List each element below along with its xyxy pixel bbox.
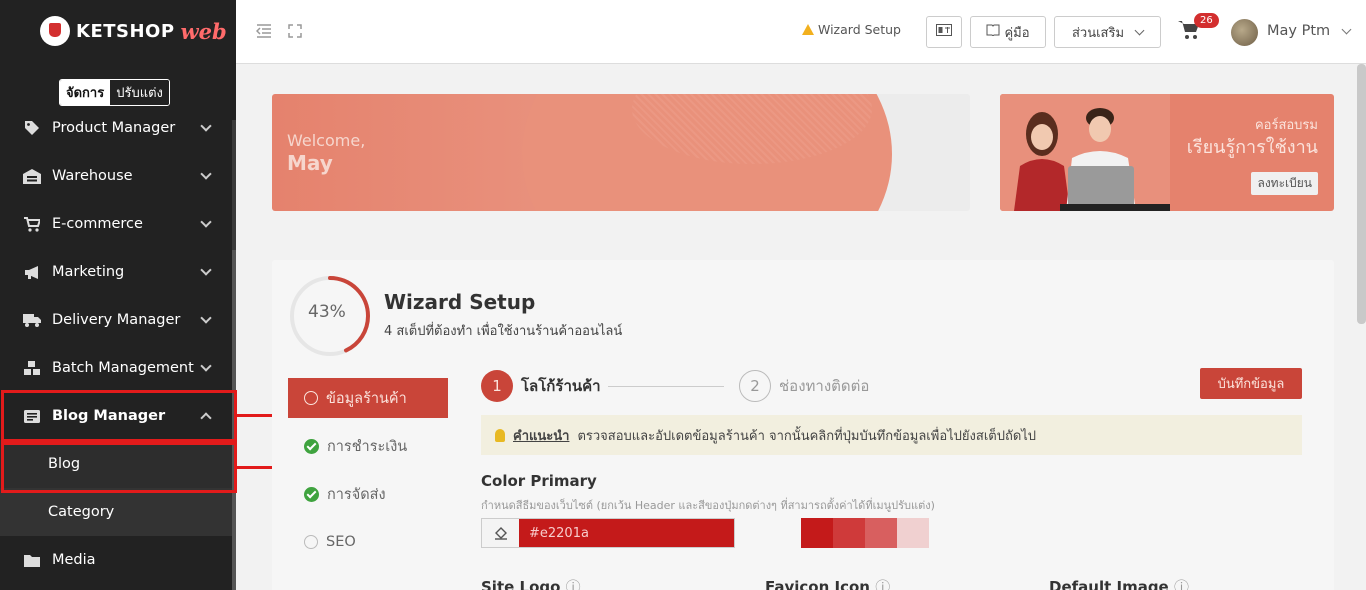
- save-button[interactable]: บันทึกข้อมูล: [1200, 368, 1302, 399]
- top-header: Wizard Setup คู่มือ ส่วนเสริม 26 May Ptm: [236, 0, 1366, 64]
- megaphone-icon: [22, 264, 42, 280]
- avatar[interactable]: [1231, 19, 1258, 46]
- sidebar-item-product-manager[interactable]: Product Manager: [0, 104, 232, 152]
- warning-icon: [802, 24, 814, 35]
- step-shipping[interactable]: การจัดส่ง: [288, 474, 448, 514]
- fullscreen-icon[interactable]: [288, 24, 302, 42]
- tag-icon: [22, 120, 42, 136]
- wizard-title: Wizard Setup: [384, 290, 536, 314]
- guide-button[interactable]: คู่มือ: [970, 16, 1046, 48]
- logo-icon: [40, 16, 70, 46]
- welcome-name: May: [287, 151, 333, 175]
- step-seo[interactable]: SEO: [288, 522, 448, 562]
- wizard-subtitle: 4 สเต็ปที่ต้องทำ เพื่อใช้งานร้านค้าออนไล…: [384, 324, 623, 339]
- brand-name: KETSHOP: [76, 20, 175, 42]
- sidebar-item-marketing[interactable]: Marketing: [0, 248, 232, 296]
- cart-icon: [22, 216, 42, 232]
- chevron-down-icon: [200, 360, 212, 372]
- color-swatches: [801, 518, 929, 548]
- chevron-down-icon: [200, 120, 212, 132]
- folder-icon: [22, 552, 42, 568]
- people-illustration: [1000, 94, 1170, 211]
- chevron-down-icon: [200, 264, 212, 276]
- default-image-label: Default Image ⓘ: [1049, 578, 1189, 590]
- sidebar-item-batch-management[interactable]: Batch Management: [0, 344, 232, 392]
- addons-dropdown[interactable]: ส่วนเสริม: [1054, 16, 1161, 48]
- sidebar-item-media[interactable]: Media: [0, 536, 232, 584]
- chevron-up-icon: [200, 412, 212, 424]
- chevron-down-icon: [200, 312, 212, 324]
- step-store-info[interactable]: ข้อมูลร้านค้า: [288, 378, 448, 418]
- chevron-down-icon[interactable]: [1341, 24, 1352, 35]
- sidebar-item-delivery-manager[interactable]: Delivery Manager: [0, 296, 232, 344]
- sidebar-subitem-category[interactable]: Category: [0, 488, 232, 536]
- translate-icon: [936, 24, 952, 40]
- sidebar-item-blog-manager[interactable]: Blog Manager: [0, 392, 232, 440]
- color-value[interactable]: #e2201a: [519, 519, 734, 547]
- sub-step-logo[interactable]: 1 โลโก้ร้านค้า: [481, 370, 601, 402]
- wizard-setup-card: 43% Wizard Setup 4 สเต็ปที่ต้องทำ เพื่อใ…: [272, 260, 1334, 590]
- wizard-setup-link[interactable]: Wizard Setup: [802, 22, 901, 37]
- favicon-label: Favicon Icon ⓘ: [765, 578, 891, 590]
- chevron-down-icon: [1134, 25, 1145, 36]
- truck-icon: [22, 312, 42, 328]
- page-scrollbar[interactable]: [1357, 64, 1366, 324]
- color-primary-description: กำหนดสีธีมของเว็บไซต์ (ยกเว้น Header และ…: [481, 499, 935, 512]
- book-icon: [986, 24, 1000, 40]
- check-circle-icon: [304, 486, 319, 502]
- welcome-greeting: Welcome,: [287, 131, 366, 150]
- step-number: 2: [739, 370, 771, 402]
- user-menu[interactable]: May Ptm: [1267, 23, 1330, 39]
- sidebar-item-ecommerce[interactable]: E-commerce: [0, 200, 232, 248]
- course-line2: เรียนรู้การใช้งาน: [1186, 137, 1318, 158]
- site-logo-label: Site Logo ⓘ: [481, 578, 581, 590]
- color-swatch[interactable]: [865, 518, 897, 548]
- color-primary-input[interactable]: #e2201a: [481, 518, 735, 548]
- customize-mode-button[interactable]: ปรับแต่ง: [110, 80, 169, 105]
- lightbulb-icon: [495, 428, 505, 442]
- welcome-banner: Welcome, May: [272, 94, 970, 211]
- sidebar-subitem-blog[interactable]: Blog: [0, 440, 232, 488]
- tip-banner: คำแนะนำ ตรวจสอบและอัปเดตข้อมูลร้านค้า จา…: [481, 415, 1302, 455]
- brand-logo[interactable]: KETSHOP web: [40, 16, 227, 46]
- radio-icon: [304, 535, 318, 549]
- step-connector: [608, 386, 724, 387]
- course-banner[interactable]: คอร์สอบรม เรียนรู้การใช้งาน ลงทะเบียน: [1000, 94, 1334, 211]
- color-swatch[interactable]: [833, 518, 865, 548]
- boxes-icon: [22, 360, 42, 376]
- language-button[interactable]: [926, 16, 962, 48]
- color-swatch[interactable]: [801, 518, 833, 548]
- brand-suffix: web: [180, 18, 227, 44]
- step-number: 1: [481, 370, 513, 402]
- color-primary-label: Color Primary: [481, 472, 597, 490]
- mode-toggle: จัดการ ปรับแต่ง: [59, 79, 170, 106]
- sub-step-contact[interactable]: 2 ช่องทางติดต่อ: [739, 370, 869, 402]
- paint-bucket-icon: [482, 519, 519, 547]
- step-payment[interactable]: การชำระเงิน: [288, 426, 448, 466]
- progress-percent: 43%: [308, 302, 346, 322]
- chevron-down-icon: [200, 216, 212, 228]
- chevron-down-icon: [200, 168, 212, 180]
- color-swatch[interactable]: [897, 518, 929, 548]
- sidebar: KETSHOP web จัดการ ปรับแต่ง Product Mana…: [0, 0, 236, 590]
- blog-icon: [22, 408, 42, 424]
- sidebar-item-warehouse[interactable]: Warehouse: [0, 152, 232, 200]
- radio-icon: [304, 391, 318, 405]
- cart-count-badge: 26: [1194, 13, 1219, 28]
- register-button[interactable]: ลงทะเบียน: [1251, 172, 1318, 195]
- collapse-menu-icon[interactable]: [255, 24, 272, 42]
- check-circle-icon: [304, 438, 319, 454]
- warehouse-icon: [22, 168, 42, 184]
- manage-mode-button[interactable]: จัดการ: [60, 80, 111, 105]
- main-content: Welcome, May คอร์สอบรม เรียนรู้การใช้งาน…: [236, 64, 1357, 590]
